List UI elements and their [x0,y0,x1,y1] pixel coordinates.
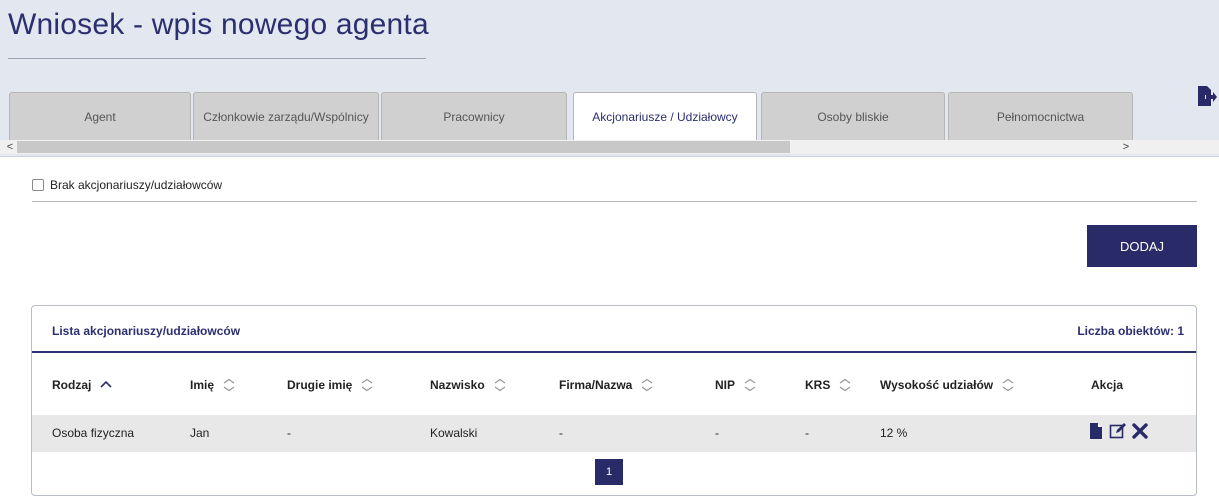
sort-icon[interactable] [1001,378,1015,392]
sort-icon[interactable] [360,378,374,392]
tab-agent[interactable]: Agent [9,92,191,140]
cell-imie: Jan [190,426,210,440]
scroll-thumb[interactable] [17,141,790,153]
tab-power-of-attorney[interactable]: Pełnomocnictwa [948,92,1133,140]
cell-drugie-imie: - [287,426,291,440]
delete-icon[interactable] [1131,422,1149,440]
edit-icon[interactable] [1109,422,1127,440]
sort-icon[interactable] [493,378,507,392]
column-label: Firma/Nazwa [559,378,633,392]
tab-employees[interactable]: Pracownicy [381,92,567,140]
cell-krs: - [805,426,809,440]
column-label: Imię [190,378,215,392]
page-title: Wniosek - wpis nowego agenta [8,8,429,41]
cell-rodzaj: Osoba fizyczna [52,426,135,440]
tab-label: Pełnomocnictwa [996,109,1085,124]
column-header-rodzaj[interactable]: Rodzaj [52,378,113,392]
column-label: Nazwisko [430,378,485,392]
sort-icon[interactable] [640,378,654,392]
sort-icon[interactable] [99,378,113,392]
column-label: NIP [715,378,736,392]
column-header-krs[interactable]: KRS [805,378,852,392]
column-header-udzialy[interactable]: Wysokość udziałów [880,378,1015,392]
tab-label: Pracownicy [443,109,505,124]
shareholders-list-panel: Lista akcjonariuszy/udziałowców Liczba o… [31,305,1197,496]
header: Wniosek - wpis nowego agenta Agent Człon… [0,0,1219,156]
document-icon[interactable] [1087,422,1105,440]
tab-label: Członkowie zarządu/Wspólnicy [203,109,369,124]
cell-nazwisko: Kowalski [430,426,478,440]
content-divider [0,156,1219,157]
column-header-firma[interactable]: Firma/Nazwa [559,378,654,392]
row-actions [1087,422,1149,440]
tab-label: Akcjonariusze / Udziałowcy [592,109,738,124]
no-shareholders-checkbox[interactable] [32,179,44,191]
cell-firma: - [559,426,563,440]
section-divider [32,201,1197,202]
sort-icon[interactable] [222,378,236,392]
column-label: Wysokość udziałów [880,378,994,392]
title-divider [8,58,426,59]
column-label: KRS [805,378,831,392]
column-label: Drugie imię [287,378,353,392]
tab-shareholders[interactable]: Akcjonariusze / Udziałowcy [573,92,757,140]
tab-related-persons[interactable]: Osoby bliskie [761,92,945,140]
cell-udzialy: 12 % [880,426,908,440]
list-title-rule [32,351,1196,353]
column-header-imie[interactable]: Imię [190,378,236,392]
column-header-nip[interactable]: NIP [715,378,757,392]
no-shareholders-checkbox-row[interactable]: Brak akcjonariuszy/udziałowców [32,178,222,192]
column-header-akcja: Akcja [1091,378,1123,392]
scroll-right-arrow[interactable]: > [1118,140,1134,154]
scroll-left-arrow[interactable]: < [2,140,18,154]
column-label: Rodzaj [52,378,92,392]
object-count: Liczba obiektów: 1 [1077,324,1184,338]
column-header-drugie-imie[interactable]: Drugie imię [287,378,374,392]
tab-scrollbar[interactable]: < > [0,140,1219,154]
column-label: Akcja [1091,378,1124,392]
cell-nip: - [715,426,719,440]
no-shareholders-label: Brak akcjonariuszy/udziałowców [50,178,223,192]
column-header-nazwisko[interactable]: Nazwisko [430,378,507,392]
sort-icon[interactable] [743,378,757,392]
tab-label: Osoby bliskie [817,109,889,124]
logout-icon[interactable] [1197,85,1217,107]
add-button[interactable]: DODAJ [1087,225,1197,267]
tab-label: Agent [84,109,116,124]
tab-board-members[interactable]: Członkowie zarządu/Wspólnicy [193,92,379,140]
pagination-page-1[interactable]: 1 [595,459,623,485]
list-title: Lista akcjonariuszy/udziałowców [52,324,241,338]
sort-icon[interactable] [838,378,852,392]
